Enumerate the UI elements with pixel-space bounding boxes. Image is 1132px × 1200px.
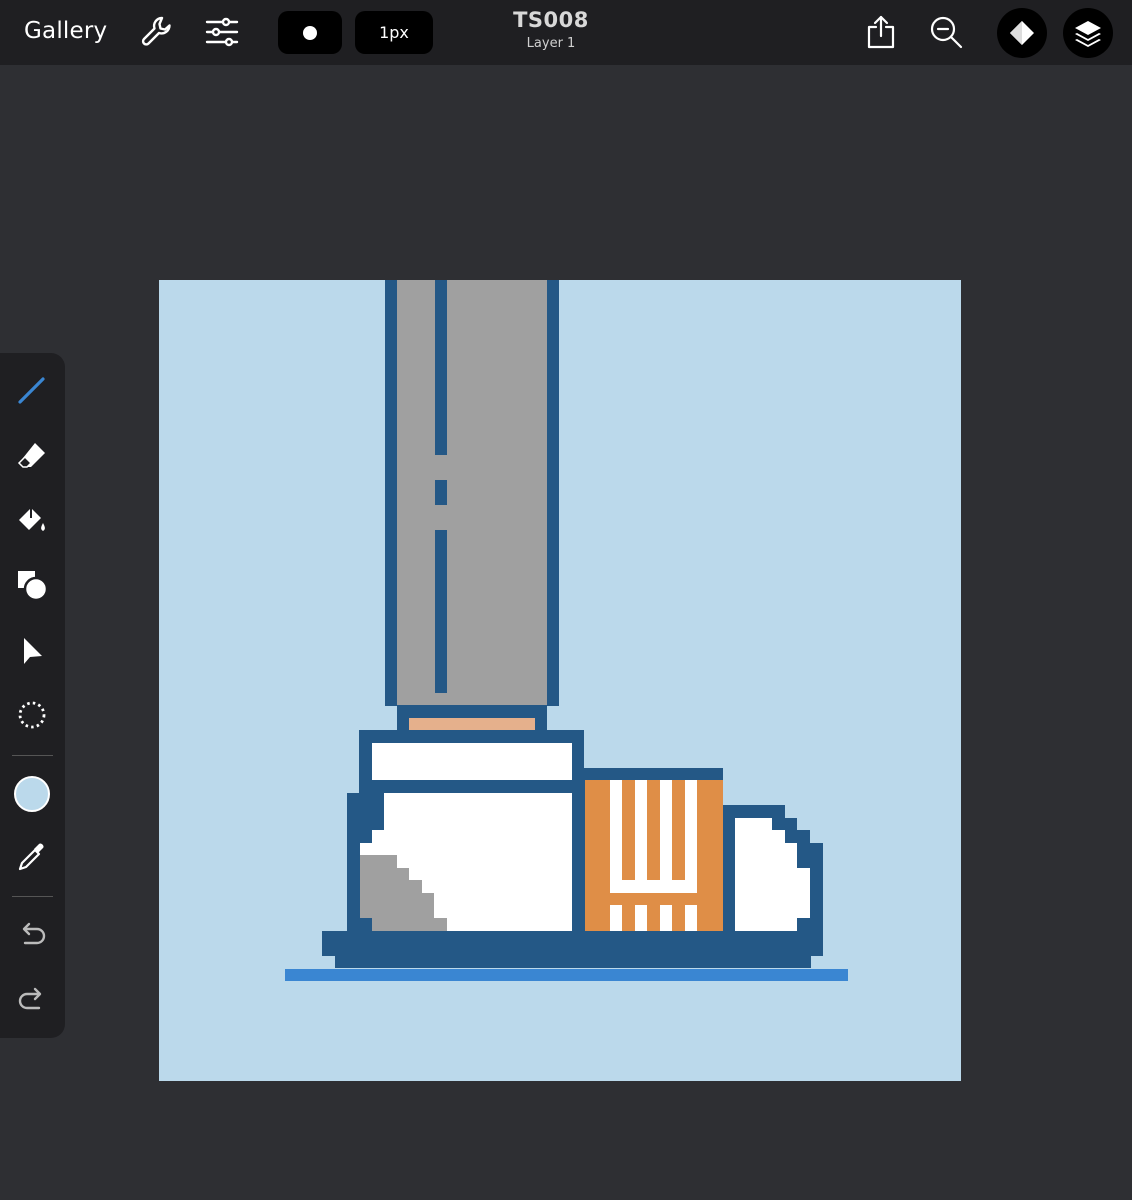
collar-white (372, 743, 572, 780)
sock-fill (397, 280, 547, 706)
sole (322, 931, 823, 956)
heel-patch (434, 918, 447, 931)
sock-outline-right (547, 280, 559, 706)
lasso-icon (18, 701, 46, 729)
heel-patch (397, 868, 409, 931)
lace-white-cross (610, 880, 697, 893)
lace-white (660, 780, 672, 931)
select-tool[interactable] (12, 631, 52, 671)
lace-white (685, 780, 697, 931)
toe-corner (810, 830, 823, 843)
pencil-tool[interactable] (12, 370, 52, 410)
layers-button[interactable] (1063, 8, 1113, 58)
wrench-icon[interactable] (139, 14, 175, 50)
sole-bottom (335, 956, 811, 968)
toe-outline (772, 818, 785, 830)
sock-seam (435, 280, 447, 455)
gallery-button[interactable]: Gallery (24, 18, 107, 44)
undo-button[interactable] (12, 916, 52, 956)
toe-white (735, 818, 772, 931)
select-icon (24, 638, 42, 664)
brush-dot-icon (303, 25, 317, 40)
lasso-tool[interactable] (12, 695, 52, 735)
eraser-icon (17, 443, 45, 468)
heel-patch (360, 855, 397, 918)
toe-white (785, 843, 797, 931)
toe-corner (785, 805, 797, 818)
layers-icon (1075, 21, 1101, 47)
toe-outline (785, 830, 797, 843)
layer-name: Layer 1 (526, 36, 576, 51)
brush-opacity-button[interactable] (278, 11, 342, 54)
lace-white (610, 780, 622, 931)
eyedropper-icon (18, 843, 44, 871)
left-toolbar (0, 353, 65, 1038)
shapes-icon (18, 571, 49, 602)
color-swatch[interactable] (14, 776, 50, 812)
toe-outline (797, 843, 810, 868)
eyedropper-tool[interactable] (12, 837, 52, 877)
sliders-icon[interactable] (204, 14, 240, 50)
toolbar-separator (12, 755, 53, 756)
lace-white (635, 780, 647, 931)
heel-patch (409, 880, 422, 931)
sock-seam (435, 530, 447, 693)
redo-icon (18, 987, 42, 1010)
laces-orange (585, 780, 723, 931)
shapes-tool[interactable] (12, 565, 52, 605)
eraser-tool[interactable] (12, 436, 52, 476)
document-title-area[interactable]: TS008 Layer 1 (466, 8, 636, 51)
transform-icon (1010, 21, 1034, 45)
redo-button[interactable] (12, 981, 52, 1021)
brush-size-label: 1px (379, 23, 409, 42)
drawing-canvas[interactable] (159, 280, 961, 1081)
sock-outline-left (385, 280, 397, 706)
pencil-icon (18, 377, 45, 404)
toe-corner (797, 805, 823, 830)
fill-tool[interactable] (12, 501, 52, 541)
transform-button[interactable] (997, 8, 1047, 58)
lace-orange-gap (610, 893, 697, 905)
heel-patch (422, 893, 434, 931)
zoom-out-icon[interactable] (928, 14, 964, 50)
toe-white (772, 830, 785, 931)
undo-icon (22, 922, 46, 945)
ankle-skin (409, 718, 535, 730)
fill-icon (19, 508, 45, 531)
sock-seam (435, 480, 447, 505)
brush-size-button[interactable]: 1px (355, 11, 433, 54)
document-title: TS008 (513, 8, 589, 32)
toe-white (797, 868, 810, 918)
share-icon[interactable] (863, 14, 899, 50)
toolbar-separator (12, 896, 53, 897)
ground-line (285, 969, 848, 981)
top-bar: Gallery 1px TS008 Layer 1 (0, 0, 1132, 65)
